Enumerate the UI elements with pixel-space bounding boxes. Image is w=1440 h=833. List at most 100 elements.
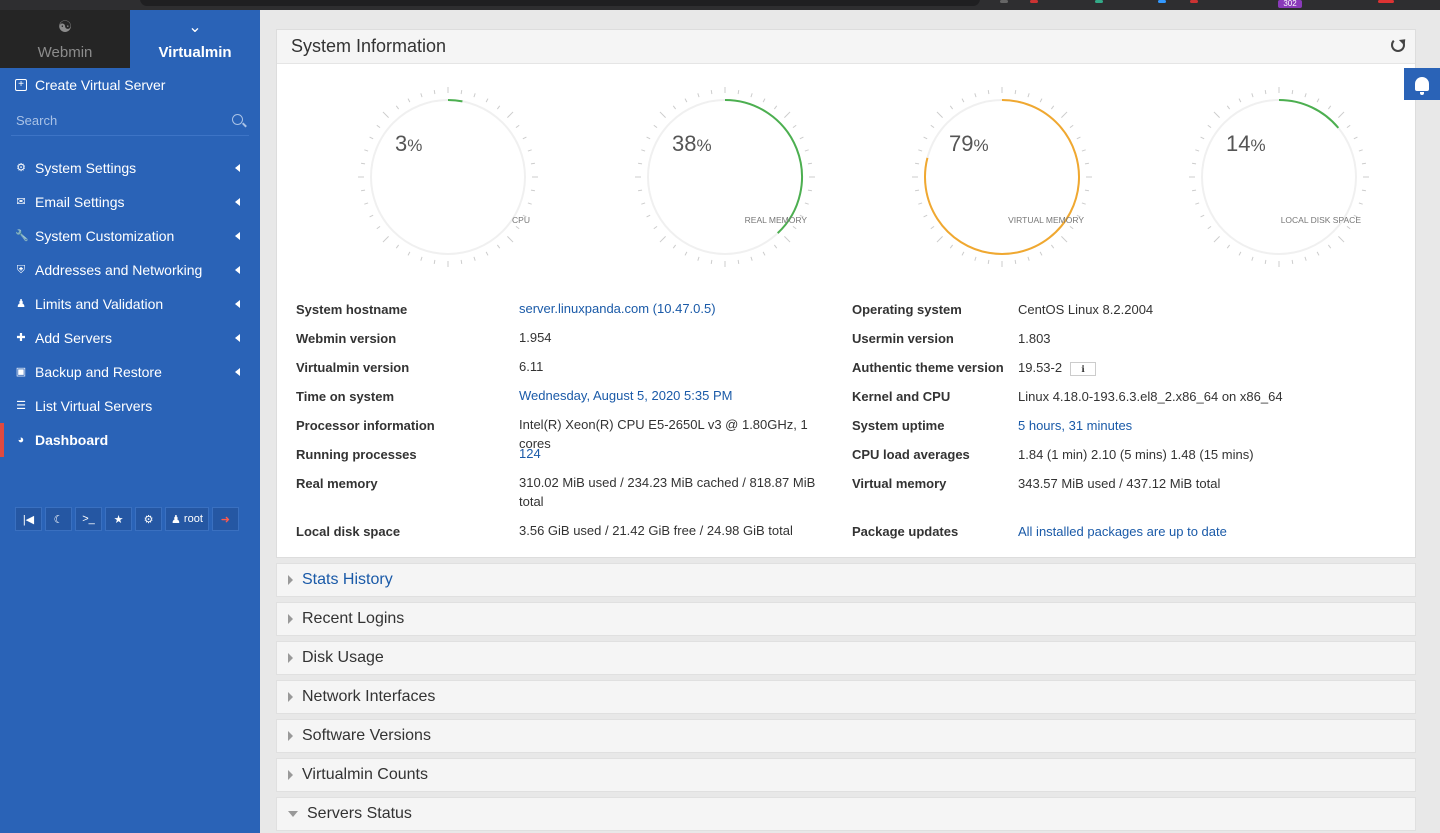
virtual-memory-gauge: 79% VIRTUAL MEMORY	[912, 87, 1092, 267]
gauge-tick	[420, 93, 423, 98]
package-updates-link[interactable]: All installed packages are up to date	[1018, 524, 1227, 539]
sidebar-item-list-virtual-servers[interactable]: ☰ List Virtual Servers	[0, 389, 260, 423]
browser-toolbar: 302	[0, 0, 1440, 10]
page-scrollbar[interactable]	[1432, 100, 1440, 833]
sidebar-toolbar: |◀ ☾ >_ ★ ⚙ ♟ root ➜	[15, 507, 239, 531]
gauge-tick	[1358, 202, 1363, 205]
gauge-tick	[949, 105, 954, 110]
gauge-label: LOCAL DISK SPACE	[1280, 215, 1361, 225]
gauge-tick	[653, 124, 658, 129]
browser-extension-icon[interactable]	[1030, 0, 1038, 3]
time-on-system-link[interactable]: Wednesday, August 5, 2020 5:35 PM	[519, 386, 839, 405]
info-key: Real memory	[296, 476, 378, 491]
stats-history-section[interactable]: Stats History	[276, 563, 1416, 597]
sidebar-item-label: Dashboard	[35, 432, 109, 448]
sidebar-item-email-settings[interactable]: ✉ Email Settings	[0, 185, 260, 219]
browser-profile-icon[interactable]	[1378, 0, 1394, 3]
system-information-panel: System Information 3% CPU 38% REAL MEMOR…	[276, 29, 1416, 558]
gauge-tick	[485, 98, 489, 103]
hostname-link[interactable]: server.linuxpanda.com (10.47.0.5)	[519, 299, 839, 318]
browser-url-bar[interactable]	[140, 0, 980, 6]
gauge-value: 38%	[672, 131, 712, 157]
gauge-tick	[773, 105, 778, 110]
sidebar-item-backup-restore[interactable]: ▣ Backup and Restore	[0, 355, 260, 389]
browser-extension-icon[interactable]	[1190, 0, 1198, 3]
search-icon[interactable]	[232, 114, 243, 125]
gauge-tick	[915, 189, 920, 192]
gauge-tick	[659, 236, 666, 243]
software-versions-section[interactable]: Software Versions	[276, 719, 1416, 753]
gauge-number: 3	[395, 131, 408, 156]
info-key: System hostname	[296, 302, 408, 317]
search-input[interactable]	[11, 106, 211, 134]
collapse-sidebar-icon[interactable]: |◀	[15, 507, 42, 531]
webmin-logo-icon: ☯	[57, 19, 73, 36]
sidebar-search	[11, 106, 249, 136]
dashboard-sections: Stats History Recent Logins Disk Usage N…	[276, 563, 1416, 831]
section-title: Servers Status	[307, 805, 412, 822]
disk-usage-section[interactable]: Disk Usage	[276, 641, 1416, 675]
servers-status-section[interactable]: Servers Status	[276, 797, 1416, 831]
gauge-tick	[527, 149, 532, 152]
gauge-tick	[799, 136, 804, 140]
user-account-button[interactable]: ♟ root	[165, 507, 209, 531]
sidebar-item-add-servers[interactable]: ✚ Add Servers	[0, 321, 260, 355]
network-interfaces-section[interactable]: Network Interfaces	[276, 680, 1416, 714]
info-value: 3.56 GiB used / 21.42 GiB free / 24.98 G…	[519, 523, 793, 538]
gauge-tick	[737, 90, 740, 95]
sidebar-item-addresses-networking[interactable]: ⛨ Addresses and Networking	[0, 253, 260, 287]
create-virtual-server-label: Create Virtual Server	[35, 77, 166, 93]
gauge-tick	[762, 98, 766, 103]
theme-settings-icon[interactable]: ⚙	[135, 507, 162, 531]
caret-left-icon	[235, 334, 240, 342]
caret-right-icon	[288, 770, 293, 780]
user-name: root	[183, 513, 203, 525]
refresh-icon[interactable]	[1391, 38, 1405, 52]
info-circle-icon[interactable]: ℹ	[1070, 361, 1097, 376]
gauge-tick	[1327, 105, 1332, 110]
gauge-tick	[638, 189, 643, 192]
browser-extension-icon[interactable]	[1095, 0, 1103, 3]
sidebar-item-label: Backup and Restore	[35, 364, 162, 380]
virtualmin-counts-section[interactable]: Virtualmin Counts	[276, 758, 1416, 792]
gauge-value-arc	[447, 99, 463, 103]
gauge-tick	[1039, 251, 1043, 256]
sidebar-item-system-customization[interactable]: 🔧 System Customization	[0, 219, 260, 253]
gauge-tick	[1200, 136, 1205, 140]
virtualmin-tab[interactable]: ⌄ Virtualmin	[130, 10, 260, 68]
info-row: Local disk space 3.56 GiB used / 21.42 G…	[277, 516, 1415, 545]
gauge-tick	[1081, 149, 1086, 152]
browser-extension-icon[interactable]	[1000, 0, 1008, 3]
info-row: Real memory 310.02 MiB used / 234.23 MiB…	[277, 468, 1415, 516]
recent-logins-section[interactable]: Recent Logins	[276, 602, 1416, 636]
gauge-value-arc	[724, 99, 803, 234]
webmin-tab[interactable]: ☯ Webmin	[0, 10, 130, 68]
product-switcher: ☯ Webmin ⌄ Virtualmin	[0, 10, 260, 68]
logout-icon[interactable]: ➜	[211, 507, 239, 531]
sidebar-item-system-settings[interactable]: ⚙ System Settings	[0, 151, 260, 185]
gauge-unit: %	[973, 136, 989, 155]
sidebar-item-limits-validation[interactable]: ♟ Limits and Validation	[0, 287, 260, 321]
notification-count-badge[interactable]: 302	[1278, 0, 1302, 8]
sidebar-item-dashboard[interactable]: ◕ Dashboard	[0, 423, 260, 457]
info-row: Virtualmin version 6.11 Authentic theme …	[277, 352, 1415, 381]
browser-extension-icon[interactable]	[1158, 0, 1166, 3]
gauge-tick	[641, 149, 646, 152]
notifications-button[interactable]	[1404, 68, 1440, 100]
webmin-tab-label: Webmin	[37, 44, 93, 61]
terminal-icon[interactable]: >_	[75, 507, 102, 531]
uptime-link[interactable]: 5 hours, 31 minutes	[1018, 418, 1132, 433]
gauge-tick	[1304, 93, 1307, 98]
wrench-icon: 🔧	[15, 230, 29, 242]
real-memory-gauge: 38% REAL MEMORY	[635, 87, 815, 267]
night-mode-icon[interactable]: ☾	[45, 507, 72, 531]
favorites-star-icon[interactable]: ★	[105, 507, 132, 531]
gauge-tick	[382, 111, 389, 118]
info-value: CentOS Linux 8.2.2004	[1018, 302, 1154, 317]
gauge-tick	[1226, 244, 1231, 249]
list-icon: ☰	[16, 400, 26, 412]
running-processes-link[interactable]: 124	[519, 444, 839, 463]
sidebar-item-label: System Customization	[35, 228, 175, 244]
create-virtual-server-link[interactable]: + Create Virtual Server	[0, 68, 260, 102]
gauge-tick	[1213, 236, 1220, 243]
